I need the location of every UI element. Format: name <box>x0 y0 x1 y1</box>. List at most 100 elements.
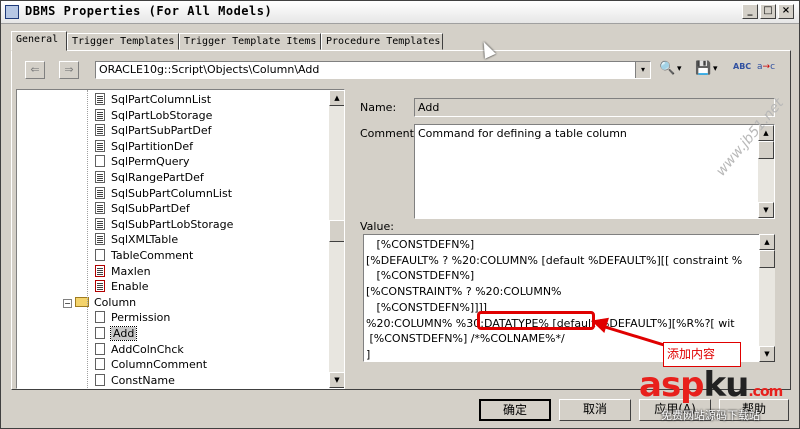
tree-item[interactable]: TableComment <box>95 248 193 263</box>
document-icon <box>95 233 105 246</box>
app-icon <box>5 5 19 19</box>
replace-icon[interactable]: a→c <box>757 57 775 77</box>
document-icon <box>95 342 105 355</box>
scroll-up-icon[interactable]: ▲ <box>329 90 344 106</box>
tree-item[interactable]: AddColnChck <box>95 342 184 357</box>
tree-item[interactable]: SqlXMLTable <box>95 232 178 247</box>
tree-item-label: SqlPermQuery <box>111 155 190 169</box>
document-icon <box>95 358 105 371</box>
tree-item[interactable]: Enable <box>95 279 148 294</box>
tab-trigger-template-items[interactable]: Trigger Template Items <box>179 33 321 50</box>
tree-item-label: SqlRangePartDef <box>111 171 204 184</box>
tree-item[interactable]: SqlPartitionDef <box>95 139 193 154</box>
tab-general[interactable]: General <box>11 31 67 51</box>
tree-item[interactable]: − Column <box>63 295 136 310</box>
document-icon <box>95 280 105 293</box>
tree-item-label: Add <box>109 326 138 341</box>
cancel-button[interactable]: 取消 <box>559 399 631 421</box>
spell-check-icon[interactable]: ABC <box>733 57 751 77</box>
tab-trigger-templates[interactable]: Trigger Templates <box>67 33 179 50</box>
tree-connector <box>87 90 89 388</box>
document-icon <box>95 155 105 168</box>
tree-item-label: SqlXMLTable <box>111 233 179 247</box>
object-tree[interactable]: SqlPartColumnList SqlPartLobStorage SqlPar… <box>16 89 345 389</box>
maximize-button[interactable]: □ <box>760 4 776 19</box>
back-button[interactable]: ⇐ <box>25 61 45 79</box>
tab-procedure-templates[interactable]: Procedure Templates <box>321 33 443 50</box>
find-dropdown-icon[interactable]: ▾ <box>677 59 682 79</box>
comment-scroll-down-icon[interactable]: ▼ <box>758 202 774 218</box>
tree-item[interactable]: Permission <box>95 310 170 325</box>
tree-item[interactable]: SqlPartColumnList <box>95 92 211 107</box>
comment-scrollbar[interactable]: ▲ ▼ <box>758 125 774 218</box>
scroll-thumb[interactable] <box>329 220 344 242</box>
ok-button[interactable]: 确定 <box>479 399 551 421</box>
title-bar: DBMS Properties (For All Models) _ □ × <box>1 1 799 24</box>
tree-item-label: Enable <box>111 280 149 294</box>
dbms-properties-window: DBMS Properties (For All Models) _ □ × G… <box>0 0 800 429</box>
document-icon <box>95 264 105 277</box>
value-scrollbar[interactable]: ▲ ▼ <box>759 234 775 362</box>
replace-icon-c: c <box>770 62 776 72</box>
document-icon <box>95 186 105 199</box>
document-icon <box>95 139 105 152</box>
path-combobox[interactable]: ORACLE10g::Script\Objects\Column\Add ▾ <box>95 61 651 79</box>
watermark-logo: aspku.com <box>639 365 783 405</box>
document-icon <box>95 373 105 386</box>
tree-item[interactable]: SqlPartLobStorage <box>95 108 212 123</box>
code-line: ] <box>366 347 371 361</box>
collapse-icon[interactable]: − <box>63 298 72 308</box>
tree-item-label: SqlPartSubPartDef <box>111 124 212 138</box>
value-label: Value: <box>360 220 394 233</box>
tree-item-label: Maxlen <box>111 264 151 278</box>
watermark-suffix: .com <box>748 384 783 400</box>
tree-item[interactable]: Add <box>95 326 138 341</box>
document-icon <box>95 249 105 261</box>
code-line: [%DEFAULT% ? %20:COLUMN% [default %DEFAU… <box>366 253 743 267</box>
document-icon <box>95 217 105 230</box>
value-scroll-down-icon[interactable]: ▼ <box>759 346 775 362</box>
tree-item[interactable]: SqlSubPartDef <box>95 201 190 216</box>
document-icon <box>95 311 105 324</box>
comment-label: Comment: <box>360 127 418 140</box>
tree-item[interactable]: SqlPermQuery <box>95 154 190 169</box>
tree-item[interactable]: SqlSubPartLobStorage <box>95 217 233 232</box>
window-title: DBMS Properties (For All Models) <box>25 4 273 18</box>
document-icon <box>95 124 105 137</box>
find-icon[interactable]: 🔍 <box>659 59 675 79</box>
minimize-button[interactable]: _ <box>742 4 758 19</box>
watermark-ku: ku <box>703 365 750 405</box>
annotation-label: 添加内容 <box>663 342 741 367</box>
code-line: [%CONSTDEFN%]]]] <box>366 300 488 314</box>
tree-item-label: SqlSubPartLobStorage <box>111 217 234 231</box>
forward-button[interactable]: ⇒ <box>59 61 79 79</box>
tree-item-label: TableComment <box>111 249 194 262</box>
tree-item[interactable]: SqlSubPartColumnList <box>95 186 232 201</box>
save-dropdown-icon[interactable]: ▾ <box>713 59 718 79</box>
scroll-down-icon[interactable]: ▼ <box>329 372 344 388</box>
tree-item[interactable]: Maxlen <box>95 264 151 279</box>
name-value: Add <box>418 101 440 114</box>
value-scroll-up-icon[interactable]: ▲ <box>759 234 775 250</box>
save-icon[interactable]: 💾 <box>695 59 711 79</box>
comment-value: Command for defining a table column <box>418 127 627 140</box>
tree-item-label: Column <box>94 295 137 309</box>
tree-scrollbar[interactable]: ▲ ▼ <box>329 90 344 388</box>
tree-item[interactable]: ColumnComment <box>95 357 207 372</box>
document-icon <box>95 171 105 183</box>
tree-item[interactable]: ConstName <box>95 373 175 388</box>
document-icon <box>95 93 105 105</box>
watermark-subtitle: 免费网站源码下载站 <box>661 409 760 422</box>
tree-item-label: AddColnChck <box>111 342 184 356</box>
replace-icon-arrow: → <box>762 62 771 72</box>
value-scroll-thumb[interactable] <box>759 250 775 268</box>
tree-item-label: SqlSubPartDef <box>111 202 190 216</box>
code-line: [%CONSTDEFN%] /*%COLNAME%*/ <box>366 332 565 346</box>
close-button[interactable]: × <box>778 4 794 19</box>
tree-item[interactable]: SqlRangePartDef <box>95 170 204 185</box>
name-field[interactable]: Add <box>414 98 775 117</box>
name-label: Name: <box>360 101 397 114</box>
tree-item[interactable]: SqlPartSubPartDef <box>95 123 212 138</box>
comment-scroll-thumb[interactable] <box>758 141 774 159</box>
combo-dropdown-icon[interactable]: ▾ <box>635 62 650 78</box>
